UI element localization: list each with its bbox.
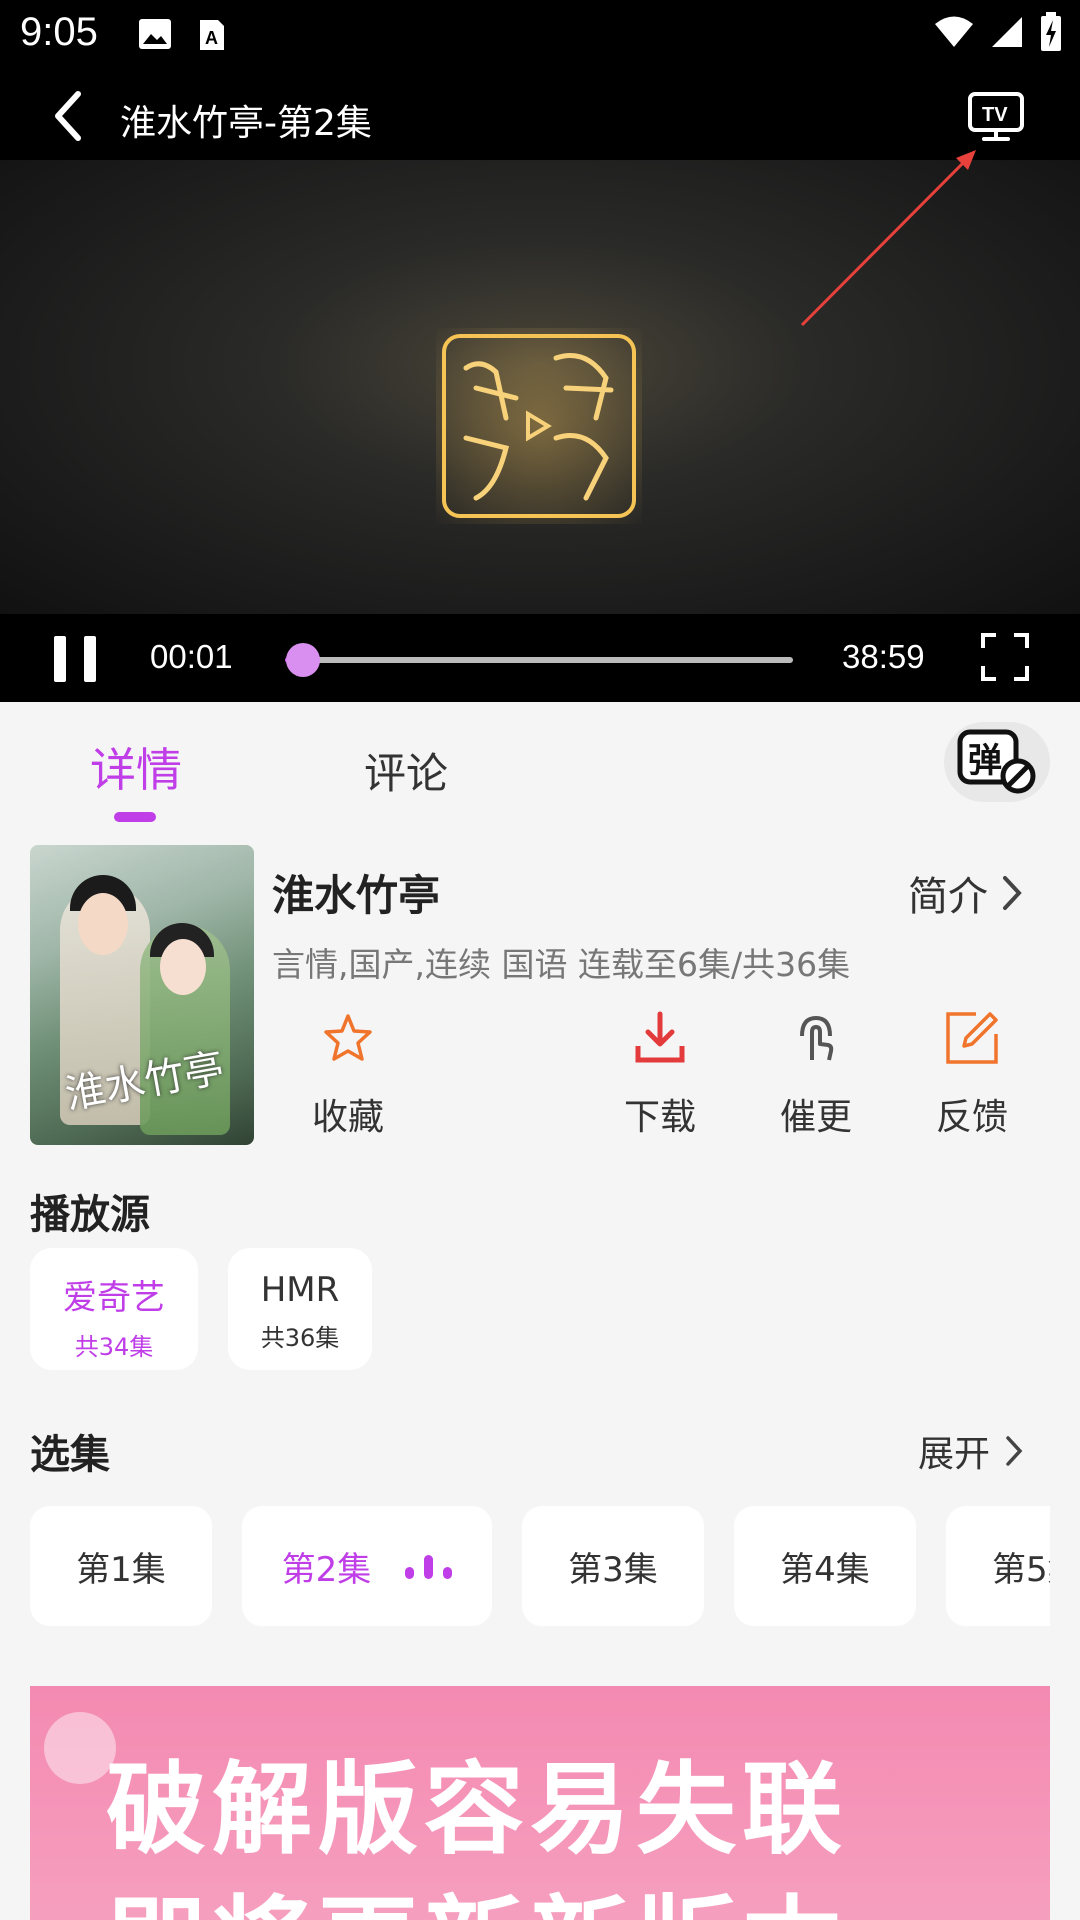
download-button[interactable]: 下载 — [600, 1010, 720, 1140]
fullscreen-icon[interactable] — [980, 632, 1030, 682]
edit-icon — [946, 1012, 998, 1064]
feedback-button[interactable]: 反馈 — [912, 1010, 1032, 1140]
progress-slider[interactable] — [285, 643, 793, 677]
download-label: 下载 — [623, 1097, 696, 1138]
player-top-bar: 淮水竹亭-第2集 TV — [0, 72, 1080, 160]
tap-hand-icon — [800, 1015, 834, 1061]
source-card-iqiyi[interactable]: 爱奇艺 共34集 — [30, 1248, 198, 1370]
episodes-title: 选集 — [30, 1432, 110, 1478]
tab-comment[interactable]: 评论 — [364, 740, 448, 801]
wifi-icon — [935, 16, 973, 47]
video-player[interactable]: 淮水竹亭-第2集 TV 00:01 38:59 — [0, 72, 1080, 702]
status-bar: 9:05 A — [0, 0, 1080, 72]
feedback-label: 反馈 — [935, 1097, 1008, 1138]
banner-line2: 即将更新新版本 — [106, 1862, 848, 1920]
star-icon — [324, 1014, 372, 1061]
text-a-icon: A — [200, 20, 224, 50]
current-time: 00:01 — [150, 638, 233, 675]
now-playing-icon — [405, 1553, 453, 1579]
expand-label: 展开 — [918, 1434, 991, 1475]
download-icon — [635, 1011, 685, 1063]
intro-link[interactable]: 简介 — [908, 864, 1024, 922]
signal-icon — [992, 17, 1022, 47]
urge-update-label: 催更 — [779, 1097, 852, 1138]
source-name: HMR — [260, 1270, 340, 1310]
promo-banner[interactable]: 破解版容易失联 即将更新新版本 — [30, 1686, 1050, 1920]
battery-charging-icon — [1041, 12, 1061, 51]
episode-item[interactable]: 第4集 — [734, 1506, 916, 1626]
chevron-right-icon — [1006, 1436, 1023, 1466]
favorite-button[interactable]: 收藏 — [288, 1010, 408, 1140]
svg-text:A: A — [205, 28, 218, 48]
favorite-label: 收藏 — [311, 1097, 384, 1138]
episode-item[interactable]: 第3集 — [522, 1506, 704, 1626]
action-bar: 收藏 下载 催更 反馈 — [0, 1010, 1080, 1150]
pause-icon[interactable] — [54, 636, 96, 682]
episode-item[interactable]: 第5集 — [946, 1506, 1050, 1626]
tab-detail[interactable]: 详情 — [90, 734, 182, 800]
status-time: 9:05 — [20, 10, 98, 54]
image-icon — [139, 19, 171, 49]
channel-logo-icon — [436, 328, 642, 524]
back-arrow-icon[interactable] — [44, 88, 100, 144]
video-title: 淮水竹亭-第2集 — [120, 103, 372, 144]
tab-indicator — [114, 812, 156, 822]
tv-cast-icon[interactable]: TV — [966, 90, 1026, 144]
status-notification-icons: A — [138, 18, 226, 52]
show-meta: 言情,国产,连续 国语 连载至6集/共36集 — [272, 945, 851, 984]
danmaku-toggle-button[interactable]: 弹 — [944, 722, 1050, 802]
svg-text:弹: 弹 — [968, 741, 1002, 781]
video-frame[interactable] — [0, 160, 1080, 614]
source-count: 共34集 — [74, 1333, 154, 1361]
banner-line1: 破解版容易失联 — [106, 1751, 848, 1868]
chevron-right-icon — [1003, 876, 1022, 910]
svg-text:TV: TV — [982, 104, 1008, 126]
total-time: 38:59 — [842, 638, 925, 675]
detail-tabs: 详情 评论 弹 — [0, 702, 1080, 822]
sources-title: 播放源 — [30, 1192, 150, 1238]
source-count: 共36集 — [260, 1324, 340, 1352]
source-name: 爱奇艺 — [63, 1278, 165, 1318]
intro-label: 简介 — [908, 874, 988, 920]
danmaku-off-icon: 弹 — [957, 729, 1036, 794]
progress-knob[interactable] — [285, 643, 320, 677]
player-controls: 00:01 38:59 — [0, 614, 1080, 702]
show-title: 淮水竹亭 — [272, 871, 441, 920]
episode-item-active[interactable]: 第2集 — [242, 1506, 492, 1626]
status-system-icons — [934, 12, 1062, 52]
urge-update-button[interactable]: 催更 — [756, 1010, 876, 1140]
episode-list: 第1集 第2集 第3集 第4集 第5集 — [30, 1506, 1050, 1626]
expand-episodes-link[interactable]: 展开 — [918, 1425, 1024, 1477]
source-card-hmr[interactable]: HMR 共36集 — [228, 1248, 372, 1370]
episode-item[interactable]: 第1集 — [30, 1506, 212, 1626]
